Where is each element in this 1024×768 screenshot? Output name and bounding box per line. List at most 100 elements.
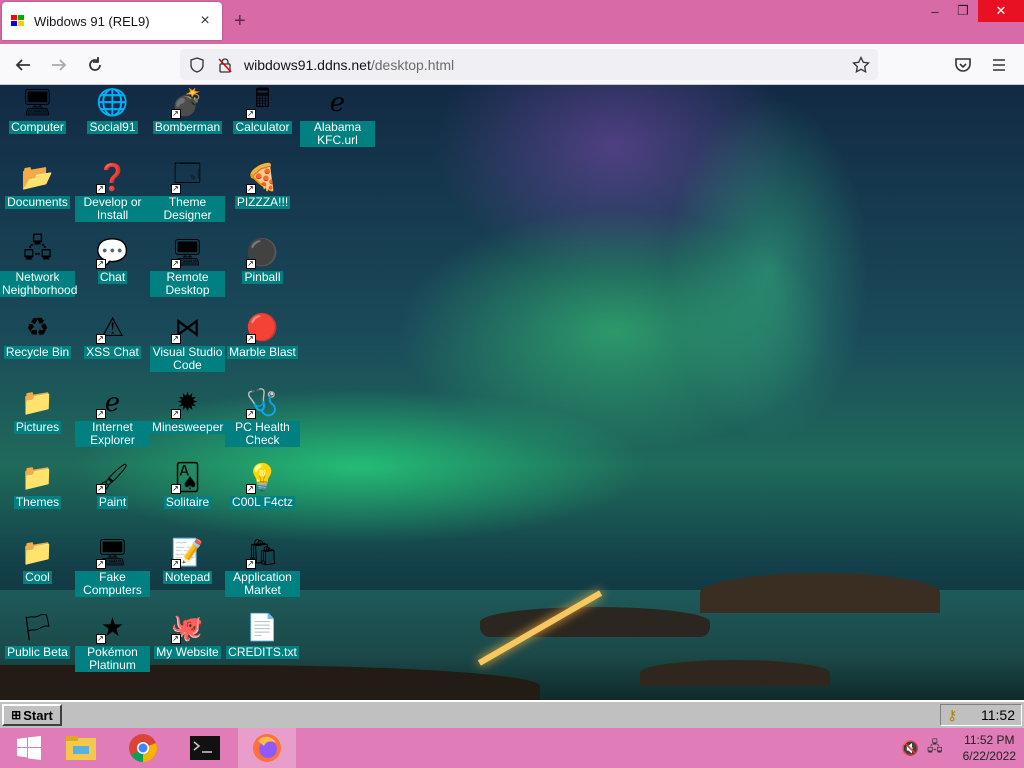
- recycle-bin-icon: ♻: [25, 311, 50, 342]
- desktop-icon-label: My Website: [154, 645, 221, 659]
- desktop-icon-label: Remote Desktop: [150, 271, 225, 297]
- taskbar-firefox[interactable]: [238, 728, 296, 768]
- desktop-icon-label: Minesweeper: [150, 420, 225, 434]
- clock-time: 11:52 PM: [964, 733, 1015, 747]
- minimize-button[interactable]: –: [920, 0, 950, 22]
- desktop-icon[interactable]: 🔴 ↗ Marble Blast: [225, 310, 300, 359]
- desktop-icon-label: XSS Chat: [84, 345, 141, 359]
- shield-icon[interactable]: [186, 54, 208, 76]
- desktop-icon[interactable]: 💬 ↗ Chat: [75, 235, 150, 284]
- desktop-icon[interactable]: ✹ ↗ Minesweeper: [150, 385, 225, 434]
- windows-start-button[interactable]: [0, 728, 58, 768]
- desktop-icon[interactable]: ★ ↗ Pokémon Platinum: [75, 610, 150, 672]
- window-close-button[interactable]: ✕: [978, 0, 1024, 22]
- desktop-icon[interactable]: ♻ Recycle Bin: [0, 310, 75, 359]
- desktop-icon[interactable]: 🐙 ↗ My Website: [150, 610, 225, 659]
- url-text[interactable]: wibdows91.ddns.net/desktop.html: [244, 57, 844, 73]
- desktop-icon[interactable]: 📁 Pictures: [0, 385, 75, 434]
- insecure-lock-icon[interactable]: [214, 54, 236, 76]
- taskbar-terminal[interactable]: [176, 728, 234, 768]
- desktop-icon[interactable]: 📄 CREDITS.txt: [225, 610, 300, 659]
- shortcut-arrow-icon: ↗: [170, 409, 181, 419]
- desktop-icon[interactable]: 📂 Documents: [0, 160, 75, 209]
- bookmark-star-icon[interactable]: [850, 54, 872, 76]
- reload-icon: [89, 57, 101, 71]
- pocket-button[interactable]: [950, 52, 976, 78]
- cards-icon: 🂡 ↗: [170, 461, 201, 494]
- desktop-area[interactable]: 🖥 Computer 📂 Documents 🖧 Network Neighborhood…: [0, 85, 1024, 700]
- desktop-icon[interactable]: 🏳 Public Beta: [0, 610, 75, 659]
- desktop-icon[interactable]: 🖥 ↗ Remote Desktop: [150, 235, 225, 297]
- restore-button[interactable]: ❐: [948, 0, 978, 22]
- win91-start-button[interactable]: ⊞ Start: [2, 704, 62, 726]
- folder-icon: 📁: [21, 536, 54, 567]
- github-icon: 🐙 ↗: [170, 611, 204, 644]
- wallpaper-island: [700, 573, 940, 613]
- shortcut-arrow-icon: ↗: [170, 259, 181, 269]
- desktop-icon[interactable]: 📝 ↗ Notepad: [150, 535, 225, 584]
- taskbar-clock[interactable]: 11:52 PM 6/22/2022: [963, 732, 1016, 764]
- desktop-icon[interactable]: 🖥 ↗ Fake Computers: [75, 535, 150, 597]
- desktop-icon[interactable]: 🛍 ↗ Application Market: [225, 535, 300, 597]
- globe-icon: 🌐: [96, 86, 129, 117]
- desktop-icon[interactable]: 🖩 ↗ Calculator: [225, 85, 300, 134]
- desktop-icon[interactable]: 🌐 Social91: [75, 85, 150, 134]
- remote-desktop-icon: 🖥 ↗: [170, 236, 204, 269]
- desktop-icon[interactable]: 🖧 Network Neighborhood: [0, 233, 77, 297]
- desktop-icon-label: Public Beta: [5, 645, 70, 659]
- folder-icon: 📁: [21, 461, 54, 492]
- window-icon: 🗔 ↗: [170, 158, 202, 194]
- desktop-icon[interactable]: 🂡 ↗ Solitaire: [150, 460, 225, 509]
- desktop-icon[interactable]: 🗔 ↗ Theme Designer: [150, 158, 225, 222]
- menu-button[interactable]: [986, 52, 1012, 78]
- paint-icon: 🖌 ↗: [95, 461, 129, 494]
- computer-icon: 🖥 ↗: [95, 536, 129, 569]
- taskbar-chrome[interactable]: [114, 728, 172, 768]
- pinball-icon: ⚫ ↗: [245, 236, 279, 269]
- health-check-icon: 🩺 ↗: [245, 386, 279, 419]
- reload-button[interactable]: [82, 52, 108, 78]
- desktop-icon-label: Bomberman: [152, 120, 223, 134]
- url-bar[interactable]: wibdows91.ddns.net/desktop.html: [180, 49, 878, 80]
- desktop-icon[interactable]: ❓ ↗ Develop or Install: [75, 160, 150, 222]
- desktop-icon-label: CREDITS.txt: [226, 645, 299, 659]
- volume-muted-icon[interactable]: 🔇: [902, 740, 919, 757]
- desktop-icon[interactable]: 🖌 ↗ Paint: [75, 460, 150, 509]
- desktop-icon-label: Social91: [87, 120, 138, 134]
- browser-tab[interactable]: Wibdows 91 (REL9) ×: [2, 2, 222, 40]
- new-tab-button[interactable]: +: [234, 10, 246, 33]
- desktop-icon[interactable]: ⚫ ↗ Pinball: [225, 235, 300, 284]
- desktop-icon[interactable]: 📁 Cool: [0, 535, 75, 584]
- desktop-icon[interactable]: 💣 ↗ Bomberman: [150, 85, 225, 134]
- file-explorer-icon: [66, 736, 96, 760]
- desktop-icon[interactable]: ℯ Alabama KFC.url: [300, 85, 375, 147]
- windows-system-tray: 🔇 🖧 11:52 PM 6/22/2022: [902, 728, 1016, 768]
- shortcut-arrow-icon: ↗: [245, 109, 256, 119]
- desktop-icon[interactable]: 🩺 ↗ PC Health Check: [225, 385, 300, 447]
- desktop-icon[interactable]: 📁 Themes: [0, 460, 75, 509]
- forward-button[interactable]: [46, 52, 72, 78]
- shortcut-arrow-icon: ↗: [245, 259, 256, 269]
- desktop-icon[interactable]: ⋈ ↗ Visual Studio Code: [150, 310, 225, 372]
- shortcut-arrow-icon: ↗: [170, 184, 181, 194]
- shortcut-arrow-icon: ↗: [95, 409, 106, 419]
- tab-title: Wibdows 91 (REL9): [34, 13, 150, 29]
- desktop-icon[interactable]: 💡 ↗ C00L F4ctz: [225, 460, 300, 509]
- network-icon[interactable]: 🖧: [927, 736, 943, 760]
- desktop-icon[interactable]: 🖥 Computer: [0, 85, 75, 134]
- wallpaper-island: [640, 660, 830, 686]
- firefox-icon: [253, 734, 281, 762]
- desktop-icon-label: Theme Designer: [150, 196, 225, 222]
- shortcut-arrow-icon: ↗: [95, 634, 106, 644]
- pokemon-icon: ★ ↗: [95, 611, 125, 644]
- taskbar-file-explorer[interactable]: [52, 728, 110, 768]
- shortcut-arrow-icon: ↗: [245, 559, 256, 569]
- desktop-icon[interactable]: ⚠ ↗ XSS Chat: [75, 310, 150, 359]
- shortcut-arrow-icon: ↗: [245, 409, 256, 419]
- key-icon[interactable]: ⚷: [947, 707, 957, 724]
- back-button[interactable]: [10, 52, 36, 78]
- vscode-icon: ⋈ ↗: [170, 311, 201, 344]
- desktop-icon[interactable]: 🍕 ↗ PIZZZA!!!: [225, 160, 300, 209]
- tab-close-button[interactable]: ×: [196, 12, 214, 30]
- desktop-icon[interactable]: ℯ ↗ Internet Explorer: [75, 385, 150, 447]
